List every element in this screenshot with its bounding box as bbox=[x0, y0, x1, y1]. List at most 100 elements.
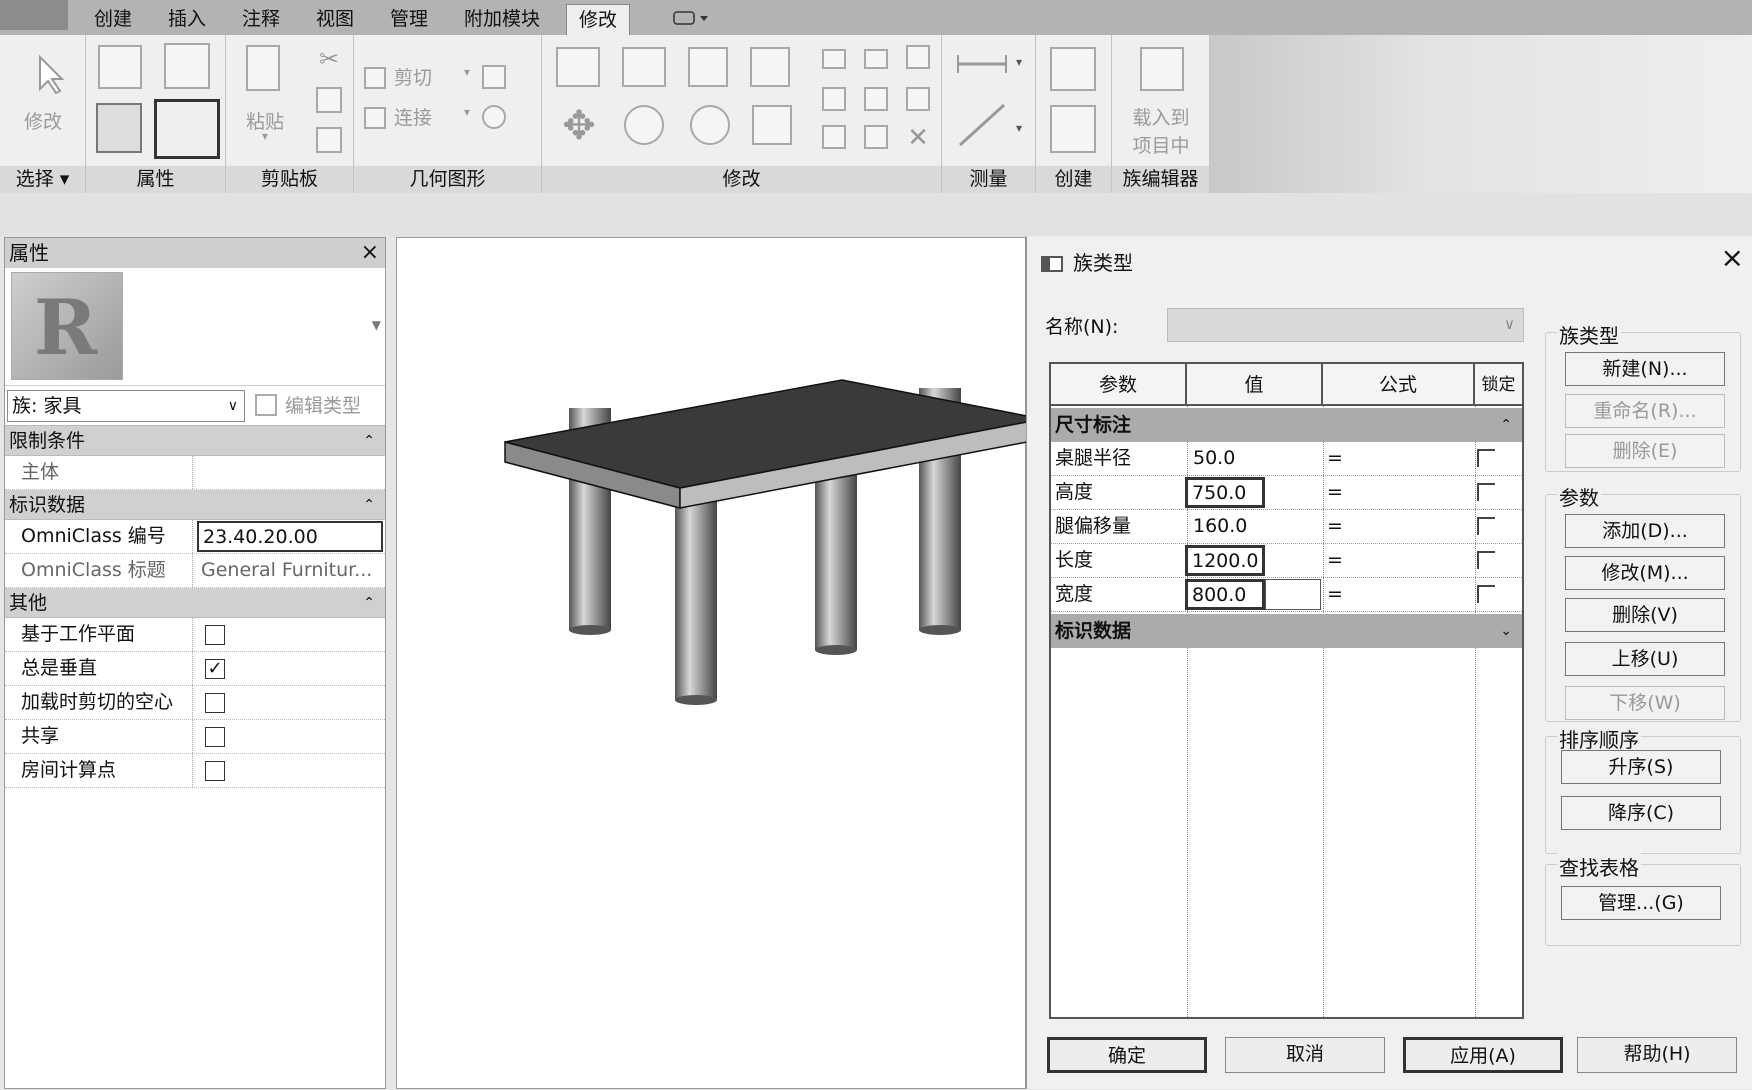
delete-type-button[interactable]: 删除(E) bbox=[1565, 434, 1725, 468]
section-constraints[interactable]: 限制条件 ⌃ bbox=[5, 426, 385, 456]
split-face-icon[interactable] bbox=[482, 105, 506, 129]
properties-icon[interactable] bbox=[96, 103, 142, 153]
col-header-parameter[interactable]: 参数 bbox=[1051, 364, 1187, 406]
split-element-icon[interactable] bbox=[822, 49, 846, 69]
collapse-icon[interactable]: ⌃ bbox=[363, 588, 375, 618]
unpin-icon[interactable] bbox=[906, 45, 930, 69]
delete-icon[interactable]: ✕ bbox=[904, 123, 932, 153]
col-header-lock[interactable]: 锁定 bbox=[1475, 364, 1522, 406]
col-header-value[interactable]: 值 bbox=[1187, 364, 1323, 406]
section-identity[interactable]: 标识数据 ⌃ bbox=[5, 490, 385, 520]
type-name-select[interactable]: ∨ bbox=[1167, 308, 1524, 342]
dimension-icon[interactable] bbox=[954, 99, 1014, 151]
move-up-button[interactable]: 上移(U) bbox=[1565, 642, 1725, 676]
tab-addins[interactable]: 附加模块 bbox=[462, 4, 542, 35]
load-into-project-button[interactable]: 载入到 项目中 bbox=[1116, 43, 1206, 159]
tab-modify[interactable]: 修改 bbox=[566, 4, 631, 35]
param-value-input[interactable]: 1200.0 bbox=[1185, 545, 1265, 576]
sort-ascending-button[interactable]: 升序(S) bbox=[1561, 750, 1721, 784]
mirror-draw-axis-icon[interactable] bbox=[750, 47, 790, 87]
always-vertical-checkbox[interactable]: ✓ bbox=[205, 659, 225, 679]
room-point-checkbox[interactable] bbox=[205, 761, 225, 781]
tab-view[interactable]: 视图 bbox=[314, 4, 356, 35]
value-edit-box[interactable] bbox=[1265, 579, 1321, 610]
paint-icon[interactable] bbox=[482, 65, 506, 89]
cancel-button[interactable]: 取消 bbox=[1225, 1037, 1385, 1073]
section-other[interactable]: 其他 ⌃ bbox=[5, 588, 385, 618]
param-value-input[interactable]: 800.0 bbox=[1185, 579, 1265, 610]
omniclass-number-input[interactable]: 23.40.20.00 bbox=[197, 521, 383, 552]
trim-multiple-icon[interactable] bbox=[864, 125, 888, 149]
chevron-down-icon[interactable]: ▾ bbox=[1016, 121, 1022, 135]
align-icon[interactable] bbox=[556, 47, 600, 87]
copy-element-icon[interactable] bbox=[624, 105, 664, 145]
chevron-down-icon[interactable]: ▾ bbox=[1016, 55, 1022, 69]
lock-checkbox[interactable] bbox=[1477, 517, 1495, 535]
offset-icon[interactable] bbox=[622, 47, 666, 87]
collapse-icon[interactable]: ⌃ bbox=[363, 490, 375, 520]
param-formula-input[interactable]: = bbox=[1325, 476, 1455, 509]
family-types-button-highlight[interactable] bbox=[154, 99, 220, 159]
ok-button[interactable]: 确定 bbox=[1047, 1037, 1207, 1073]
delete-parameter-button[interactable]: 删除(V) bbox=[1565, 598, 1725, 632]
collapse-icon[interactable]: ⌃ bbox=[1500, 408, 1512, 442]
param-formula-input[interactable]: = bbox=[1325, 510, 1455, 543]
modify-parameter-button[interactable]: 修改(M)... bbox=[1565, 556, 1725, 590]
split-gap-icon[interactable] bbox=[864, 49, 888, 69]
panel-select-label[interactable]: 选择 ▾ bbox=[0, 166, 85, 193]
rename-type-button[interactable]: 重命名(R)... bbox=[1565, 394, 1725, 428]
move-down-button[interactable]: 下移(W) bbox=[1565, 686, 1725, 720]
expand-icon[interactable]: ⌄ bbox=[1500, 614, 1512, 648]
cut-geometry-button[interactable]: 剪切 ▾ bbox=[364, 63, 484, 93]
pin-icon[interactable] bbox=[906, 87, 930, 111]
manage-lookup-button[interactable]: 管理...(G) bbox=[1561, 886, 1721, 920]
type-selector[interactable]: R ▼ bbox=[5, 268, 385, 386]
tab-annotate[interactable]: 注释 bbox=[240, 4, 282, 35]
quick-access-dropdown-icon[interactable] bbox=[670, 9, 714, 27]
tab-insert[interactable]: 插入 bbox=[166, 4, 208, 35]
chevron-down-icon[interactable]: ▼ bbox=[372, 318, 381, 332]
move-icon[interactable]: ✥ bbox=[554, 101, 604, 151]
match-properties-icon[interactable] bbox=[316, 127, 342, 153]
trim-single-icon[interactable] bbox=[822, 125, 846, 149]
help-button[interactable]: 帮助(H) bbox=[1577, 1037, 1737, 1073]
lock-checkbox[interactable] bbox=[1477, 551, 1495, 569]
mirror-pick-axis-icon[interactable] bbox=[688, 47, 728, 87]
measure-icon[interactable] bbox=[954, 49, 1014, 79]
add-parameter-button[interactable]: 添加(D)... bbox=[1565, 514, 1725, 548]
create-group-icon[interactable] bbox=[1050, 105, 1096, 153]
param-value-input[interactable]: 50.0 bbox=[1189, 442, 1321, 475]
paste-button[interactable]: 粘贴 ▾ bbox=[240, 45, 290, 155]
family-types-icon[interactable] bbox=[164, 43, 210, 89]
app-logo[interactable] bbox=[0, 0, 68, 30]
tab-manage[interactable]: 管理 bbox=[388, 4, 430, 35]
cut-icon[interactable]: ✂ bbox=[314, 45, 344, 73]
close-icon[interactable]: × bbox=[1721, 244, 1744, 272]
shared-checkbox[interactable] bbox=[205, 727, 225, 747]
sort-descending-button[interactable]: 降序(C) bbox=[1561, 796, 1721, 830]
col-header-formula[interactable]: 公式 bbox=[1323, 364, 1475, 406]
edit-type-button[interactable]: 编辑类型 bbox=[255, 390, 361, 422]
array-icon[interactable] bbox=[822, 87, 846, 111]
3d-viewport[interactable] bbox=[396, 237, 1027, 1089]
group-identity[interactable]: 标识数据 ⌄ bbox=[1051, 614, 1522, 648]
trim-extend-icon[interactable] bbox=[752, 105, 792, 145]
lock-checkbox[interactable] bbox=[1477, 483, 1495, 501]
param-formula-input[interactable]: = bbox=[1325, 544, 1455, 577]
lock-checkbox[interactable] bbox=[1477, 449, 1495, 467]
cut-voids-checkbox[interactable] bbox=[205, 693, 225, 713]
apply-button[interactable]: 应用(A) bbox=[1403, 1037, 1563, 1073]
family-category-icon[interactable] bbox=[98, 45, 142, 89]
group-dimensions[interactable]: 尺寸标注 ⌃ bbox=[1051, 408, 1522, 442]
collapse-icon[interactable]: ⌃ bbox=[363, 426, 375, 456]
param-formula-input[interactable]: = bbox=[1325, 442, 1455, 475]
param-value-input[interactable]: 750.0 bbox=[1185, 477, 1265, 508]
modify-tool-button[interactable]: 修改 bbox=[4, 45, 82, 145]
join-geometry-button[interactable]: 连接 ▾ bbox=[364, 103, 484, 133]
copy-icon[interactable] bbox=[316, 87, 342, 113]
create-similar-icon[interactable] bbox=[1050, 47, 1096, 91]
param-value-input[interactable]: 160.0 bbox=[1189, 510, 1321, 543]
rotate-icon[interactable] bbox=[690, 105, 730, 145]
scale-icon[interactable] bbox=[864, 87, 888, 111]
close-icon[interactable]: × bbox=[361, 238, 379, 268]
